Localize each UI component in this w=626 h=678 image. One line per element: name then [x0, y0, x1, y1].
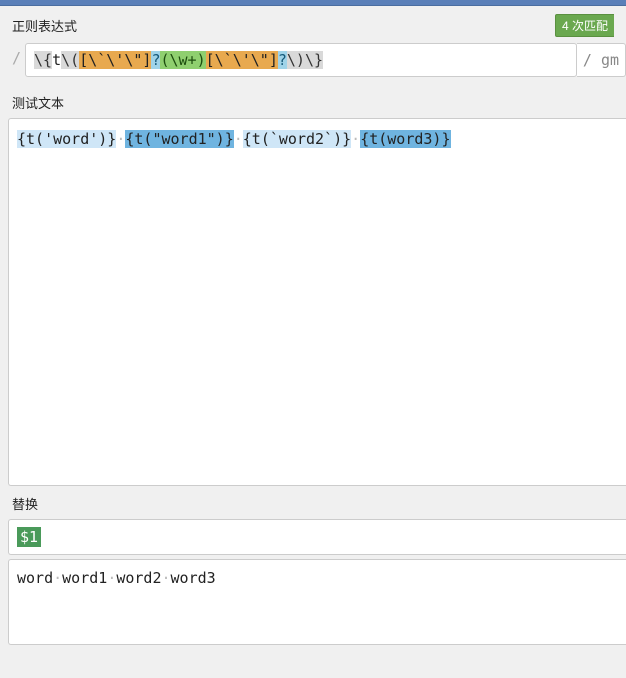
test-section-header: 测试文本 [0, 85, 626, 118]
regex-flags: gm [601, 51, 619, 69]
match-1: {t('word')} [17, 130, 116, 148]
tok-quant-2: ? [278, 51, 287, 69]
result-output: word·word1·word2·word3 [8, 559, 626, 645]
replace-section-header: 替换 [0, 486, 626, 519]
tok-escape-open-brace: \{ [34, 51, 52, 69]
regex-row: / \{t\([\`\'\"]?(\w+)[\`\'\"]?\)\} / gm [0, 43, 626, 77]
result-word-1: word [17, 569, 53, 587]
regex-open-slash: / [8, 43, 25, 77]
replace-input[interactable]: $1 [8, 519, 626, 555]
result-word-4: word3 [171, 569, 216, 587]
match-sep: · [234, 130, 243, 148]
tok-escape-open-paren: \( [61, 51, 79, 69]
tok-group-open: ( [160, 51, 169, 69]
result-sep: · [107, 569, 116, 587]
match-sep: · [351, 130, 360, 148]
result-word-3: word2 [116, 569, 161, 587]
regex-input[interactable]: \{t\([\`\'\"]?(\w+)[\`\'\"]?\)\} [25, 43, 577, 77]
tok-group-close: ) [197, 51, 206, 69]
test-textarea[interactable]: {t('word')}·{t("word1")}·{t(`word2`)}·{t… [8, 118, 626, 486]
regex-label: 正则表达式 [12, 16, 77, 35]
regex-flags-box[interactable]: / gm [577, 43, 626, 77]
match-4: {t(word3)} [360, 130, 450, 148]
result-sep: · [53, 569, 62, 587]
result-sep: · [162, 569, 171, 587]
tok-char-class-2: [\`\'\"] [206, 51, 278, 69]
tok-escape-close-brace: \} [305, 51, 323, 69]
replace-capture-ref: $1 [17, 527, 41, 547]
regex-section-header: 正则表达式 4 次匹配 [0, 6, 626, 43]
match-2: {t("word1")} [125, 130, 233, 148]
replace-label: 替换 [12, 494, 38, 513]
tok-word-plus: \w+ [170, 51, 197, 69]
match-3: {t(`word2`)} [243, 130, 351, 148]
tok-escape-close-paren: \) [287, 51, 305, 69]
tok-char-class-1: [\`\'\"] [79, 51, 151, 69]
test-label: 测试文本 [12, 93, 64, 112]
tok-literal-t: t [52, 51, 61, 69]
result-word-2: word1 [62, 569, 107, 587]
regex-close-slash: / [583, 51, 592, 69]
match-count-badge: 4 次匹配 [555, 14, 614, 37]
